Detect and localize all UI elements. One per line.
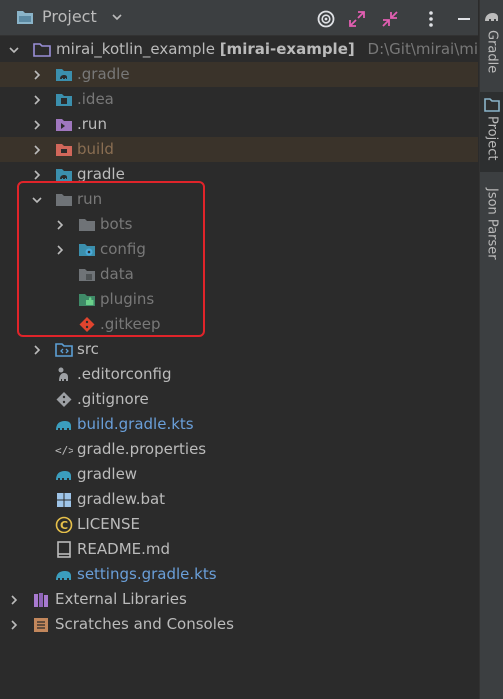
chevron-right-icon[interactable] <box>31 69 43 81</box>
tab-project-label: Project <box>484 116 500 161</box>
libraries-icon <box>34 593 48 607</box>
tree-node-label: .gitignore <box>77 390 149 408</box>
tree-node-gradle[interactable]: .gradle <box>0 62 478 87</box>
right-tool-stripe: Gradle Project Json Parser <box>479 0 503 699</box>
project-tool-window: Project mirai_kotlin_example [mirai-exam… <box>0 0 503 699</box>
tree-node-label: build <box>77 140 114 158</box>
chevron-right-icon[interactable] <box>31 144 43 156</box>
tree-node-label: .idea <box>77 90 114 108</box>
tree-node-src[interactable]: src <box>0 337 478 362</box>
tree-node-label: README.md <box>77 540 171 558</box>
chevron-down-icon <box>112 13 122 20</box>
markdown-file-icon <box>57 541 71 558</box>
gitignore-file-icon <box>56 392 72 407</box>
tree-node-label: .gradle <box>77 65 130 83</box>
tree-node-label: gradle.properties <box>77 440 207 458</box>
project-folder-icon <box>484 98 500 112</box>
tree-node-settings-gradle-kts[interactable]: settings.gradle.kts <box>0 562 478 587</box>
tree-node-scratches-and-consoles[interactable]: Scratches and Consoles <box>0 612 478 637</box>
tree-node-label: .editorconfig <box>77 365 172 383</box>
tree-node-external-libraries[interactable]: External Libraries <box>0 587 478 612</box>
tree-node-license[interactable]: C LICENSE <box>0 512 478 537</box>
tree-node-label: build.gradle.kts <box>77 415 194 433</box>
idea-folder-icon <box>56 94 72 106</box>
scratches-icon <box>34 618 48 632</box>
chevron-right-icon[interactable] <box>8 594 20 606</box>
expand-all-icon[interactable] <box>347 9 367 29</box>
gradle-folder-icon <box>56 69 72 81</box>
tool-window-header: Project <box>0 0 478 36</box>
gradle-elephant-icon <box>485 13 498 21</box>
tree-node-readme-md[interactable]: README.md <box>0 537 478 562</box>
chevron-down-icon <box>9 47 19 54</box>
tree-node-label: src <box>77 340 99 358</box>
gradle-file-icon <box>56 421 71 430</box>
gradle-file-icon <box>56 471 71 480</box>
tree-node-label: gradlew.bat <box>77 490 166 508</box>
tab-gradle[interactable]: Gradle <box>480 2 503 88</box>
svg-text:</>: </> <box>55 444 73 457</box>
root-module-name: [mirai-example] <box>219 40 355 58</box>
tree-node-label: LICENSE <box>77 515 140 533</box>
tree-node-editorconfig[interactable]: .editorconfig <box>0 362 478 387</box>
tree-node-label: .run <box>77 115 107 133</box>
windows-batch-file-icon <box>57 493 71 507</box>
build-folder-icon <box>56 144 72 156</box>
editorconfig-file-icon <box>58 367 68 381</box>
tree-node-build[interactable]: build <box>0 137 478 162</box>
tab-gradle-label: Gradle <box>484 30 500 74</box>
chevron-right-icon[interactable] <box>31 119 43 131</box>
tree-node-gradle-properties[interactable]: </> gradle.properties <box>0 437 478 462</box>
tree-node-run[interactable]: .run <box>0 112 478 137</box>
gradle-file-icon <box>56 571 71 580</box>
hide-panel-icon[interactable] <box>454 9 474 29</box>
collapse-all-icon[interactable] <box>380 9 400 29</box>
select-opened-file-icon[interactable] <box>316 9 336 29</box>
license-file-icon: C <box>55 516 73 533</box>
tab-json-parser-label: Json Parser <box>484 188 500 260</box>
tree-node-label: External Libraries <box>55 590 187 608</box>
tree-node-gradlew-bat[interactable]: gradlew.bat <box>0 487 478 512</box>
project-folder-icon <box>17 10 33 24</box>
source-folder-icon <box>55 343 73 357</box>
properties-file-icon: </> <box>55 444 73 457</box>
tree-node-build-gradle-kts[interactable]: build.gradle.kts <box>0 412 478 437</box>
tree-node-idea[interactable]: .idea <box>0 87 478 112</box>
options-menu-icon[interactable] <box>421 9 441 29</box>
tree-root-row[interactable]: mirai_kotlin_example [mirai-example] D:\… <box>0 37 503 62</box>
run-folder-icon <box>56 119 72 131</box>
root-project-name: mirai_kotlin_example <box>56 40 215 58</box>
selection-highlight-box <box>17 181 205 337</box>
tree-node-gitignore[interactable]: .gitignore <box>0 387 478 412</box>
chevron-right-icon[interactable] <box>31 94 43 106</box>
chevron-right-icon[interactable] <box>31 169 43 181</box>
svg-text:C: C <box>60 519 68 532</box>
project-view-title: Project <box>42 7 97 26</box>
tree-node-label: settings.gradle.kts <box>77 565 217 583</box>
project-view-selector[interactable]: Project <box>16 7 123 26</box>
chevron-right-icon[interactable] <box>8 619 20 631</box>
module-folder-icon <box>33 43 51 57</box>
tab-project[interactable]: Project <box>480 92 503 172</box>
tree-node-label: gradlew <box>77 465 138 483</box>
tab-json-parser[interactable]: Json Parser <box>480 184 503 266</box>
tree-node-label: Scratches and Consoles <box>55 615 234 633</box>
chevron-right-icon[interactable] <box>31 344 43 356</box>
tree-node-gradlew[interactable]: gradlew <box>0 462 478 487</box>
